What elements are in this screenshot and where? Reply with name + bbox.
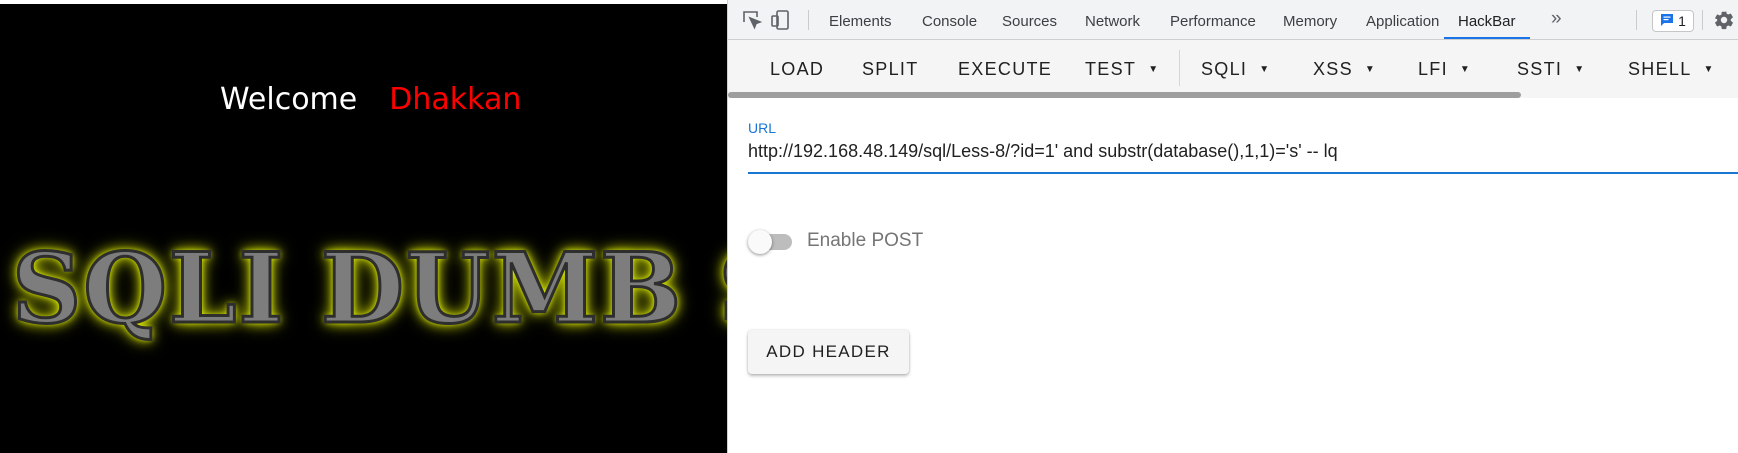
ssti-dropdown[interactable]: SSTI ▼ bbox=[1517, 57, 1585, 81]
split-button[interactable]: SPLIT bbox=[862, 57, 919, 81]
caret-down-icon: ▼ bbox=[1459, 64, 1472, 75]
caret-down-icon: ▼ bbox=[1259, 64, 1271, 75]
tab-network[interactable]: Network bbox=[1085, 0, 1140, 39]
hackbar-toolbar: LOAD SPLIT EXECUTE TEST ▼ SQLI ▼ XSS ▼ LFI ▼… bbox=[728, 40, 1738, 98]
tab-hackbar[interactable]: HackBar bbox=[1444, 0, 1530, 39]
welcome-text: Welcome bbox=[220, 82, 358, 117]
url-input-underline bbox=[748, 172, 1738, 174]
load-button[interactable]: LOAD bbox=[770, 57, 824, 81]
shell-dropdown[interactable]: SHELL ▼ bbox=[1628, 57, 1715, 81]
sqli-dropdown-label: SQLI bbox=[1201, 59, 1248, 79]
toolbar-divider bbox=[1179, 50, 1180, 86]
settings-gear-icon[interactable] bbox=[1713, 9, 1735, 31]
devtools-tabbar: Elements Console Sources Network Perform… bbox=[728, 0, 1738, 40]
load-button-label: LOAD bbox=[770, 59, 825, 79]
page-viewport: Welcome Dhakkan SQLI DUMB SERIES bbox=[0, 4, 727, 453]
caret-down-icon: ▼ bbox=[1364, 64, 1377, 75]
user-name: Dhakkan bbox=[389, 82, 522, 117]
add-header-label: ADD HEADER bbox=[766, 342, 891, 361]
welcome-line: Welcome Dhakkan bbox=[220, 82, 521, 117]
xss-dropdown-label: XSS bbox=[1313, 59, 1353, 79]
inspect-element-icon[interactable] bbox=[741, 9, 763, 31]
toolbar-divider bbox=[1702, 10, 1703, 30]
tab-sources[interactable]: Sources bbox=[1002, 0, 1057, 39]
caret-down-icon: ▼ bbox=[1574, 64, 1586, 75]
enable-post-label: Enable POST bbox=[807, 230, 924, 251]
enable-post-toggle[interactable] bbox=[748, 229, 796, 255]
sqli-dumb-banner: SQLI DUMB SERIES bbox=[10, 231, 727, 347]
xss-dropdown[interactable]: XSS ▼ bbox=[1313, 57, 1376, 81]
tab-application[interactable]: Application bbox=[1366, 0, 1439, 39]
more-tabs-icon[interactable]: » bbox=[1551, 8, 1562, 30]
caret-down-icon: ▼ bbox=[1148, 64, 1160, 75]
toolbar-divider bbox=[1636, 10, 1637, 30]
shell-dropdown-label: SHELL bbox=[1628, 59, 1692, 79]
tab-elements[interactable]: Elements bbox=[829, 0, 892, 39]
toolbar-horizontal-scrollbar[interactable] bbox=[728, 92, 1521, 98]
message-icon bbox=[1660, 13, 1674, 30]
tab-performance[interactable]: Performance bbox=[1170, 0, 1256, 39]
device-toolbar-icon[interactable] bbox=[769, 9, 791, 31]
url-input[interactable]: http://192.168.48.149/sql/Less-8/?id=1' … bbox=[748, 141, 1338, 162]
toggle-knob bbox=[748, 230, 772, 254]
add-header-button[interactable]: ADD HEADER bbox=[748, 330, 909, 374]
toolbar-divider bbox=[808, 10, 809, 30]
tab-console[interactable]: Console bbox=[922, 0, 977, 39]
issues-counter-button[interactable]: 1 bbox=[1652, 10, 1694, 32]
split-button-label: SPLIT bbox=[862, 59, 919, 79]
execute-button-label: EXECUTE bbox=[958, 59, 1053, 79]
caret-down-icon: ▼ bbox=[1703, 64, 1715, 75]
test-dropdown[interactable]: TEST ▼ bbox=[1085, 57, 1159, 81]
sqli-dropdown[interactable]: SQLI ▼ bbox=[1201, 57, 1270, 81]
lfi-dropdown[interactable]: LFI ▼ bbox=[1418, 57, 1471, 81]
devtools-panel: Elements Console Sources Network Perform… bbox=[727, 0, 1738, 453]
execute-button[interactable]: EXECUTE bbox=[958, 57, 1052, 81]
tab-memory[interactable]: Memory bbox=[1283, 0, 1337, 39]
lfi-dropdown-label: LFI bbox=[1418, 59, 1448, 79]
issues-count: 1 bbox=[1678, 13, 1686, 29]
ssti-dropdown-label: SSTI bbox=[1517, 59, 1563, 79]
test-dropdown-label: TEST bbox=[1085, 59, 1137, 79]
url-label: URL bbox=[748, 120, 777, 136]
